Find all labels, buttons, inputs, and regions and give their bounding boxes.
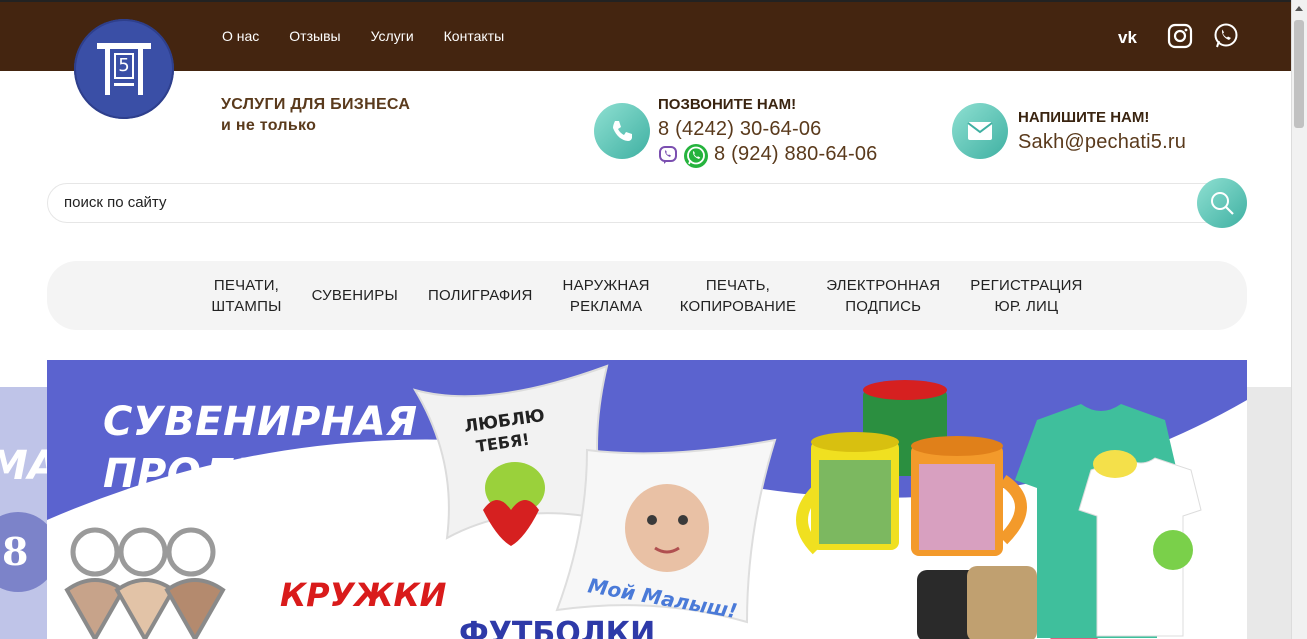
banner-label-mugs: КРУЖКИ — [280, 576, 447, 614]
svg-text:vk: vk — [1118, 28, 1137, 47]
tagline-line1: УСЛУГИ ДЛЯ БИЗНЕСА — [221, 96, 411, 113]
logo-mark-icon: 5 — [97, 43, 151, 95]
phone-1[interactable]: 8 (4242) 30-64-06 — [658, 118, 822, 141]
top-nav: О нас Отзывы Услуги Контакты — [222, 28, 504, 44]
nav-about[interactable]: О нас — [222, 28, 259, 44]
email-link[interactable]: Sakh@pechati5.ru — [1018, 131, 1186, 154]
search-button[interactable] — [1197, 178, 1247, 228]
search-icon — [1211, 192, 1234, 215]
phone-2[interactable]: 8 (924) 880-64-06 — [714, 143, 878, 166]
menu-item-print-copy[interactable]: ПЕЧАТЬ, КОПИРОВАНИЕ — [680, 275, 796, 317]
menu-item-e-signature[interactable]: ЭЛЕКТРОННАЯ ПОДПИСЬ — [826, 275, 940, 317]
logo[interactable]: 5 — [74, 19, 174, 119]
nav-contacts[interactable]: Контакты — [444, 28, 504, 44]
menu-item-stamps[interactable]: ПЕЧАТИ, ШТАМПЫ — [211, 275, 281, 317]
vk-icon[interactable]: vk — [1117, 22, 1145, 50]
svg-text:МА: МА — [0, 443, 47, 489]
viber-icon[interactable] — [658, 145, 678, 165]
nav-reviews[interactable]: Отзывы — [289, 28, 340, 44]
menu-item-registration[interactable]: РЕГИСТРАЦИЯ ЮР. ЛИЦ — [970, 275, 1082, 317]
banner-next-slide — [1247, 387, 1291, 639]
banner-title-line1: СУВЕНИРНАЯ — [103, 399, 418, 445]
banner-title-line2: ПРОДУКЦИЯ — [103, 451, 405, 497]
search-input[interactable] — [64, 194, 1164, 211]
menu-item-printing[interactable]: ПОЛИГРАФИЯ — [428, 285, 533, 306]
top-bar — [0, 0, 1291, 71]
main-menu: ПЕЧАТИ, ШТАМПЫ СУВЕНИРЫ ПОЛИГРАФИЯ НАРУЖ… — [47, 261, 1247, 330]
menu-item-outdoor-ads[interactable]: НАРУЖНАЯ РЕКЛАМА — [563, 275, 650, 317]
banner-prev-slide: МА 8 — [0, 387, 47, 639]
banner-label-tshirts: ФУТБОЛКИ — [459, 616, 656, 639]
hero-banner[interactable]: ЛЮБЛЮ ТЕБЯ! Мой Малыш! СУВЕНИРНАЯ ПРОДУК… — [47, 360, 1247, 639]
mail-icon — [952, 103, 1008, 159]
scroll-up-arrow-icon[interactable] — [1295, 6, 1303, 11]
write-heading: НАПИШИТЕ НАМ! — [1018, 109, 1150, 126]
banner-title: СУВЕНИРНАЯ ПРОДУКЦИЯ — [103, 396, 418, 500]
tagline-line2: и не только — [221, 117, 317, 134]
search-bar — [47, 183, 1247, 223]
logo-digit: 5 — [114, 53, 134, 79]
svg-text:8: 8 — [2, 529, 28, 574]
scrollbar-thumb[interactable] — [1294, 20, 1304, 128]
call-heading: ПОЗВОНИТЕ НАМ! — [658, 96, 797, 113]
instagram-icon[interactable] — [1166, 22, 1194, 50]
menu-item-souvenirs[interactable]: СУВЕНИРЫ — [312, 285, 398, 306]
whatsapp-contact-icon[interactable] — [683, 143, 709, 169]
tagline: УСЛУГИ ДЛЯ БИЗНЕСА и не только — [221, 94, 410, 136]
whatsapp-icon[interactable] — [1212, 22, 1240, 50]
phone-icon — [594, 103, 650, 159]
nav-services[interactable]: Услуги — [371, 28, 414, 44]
